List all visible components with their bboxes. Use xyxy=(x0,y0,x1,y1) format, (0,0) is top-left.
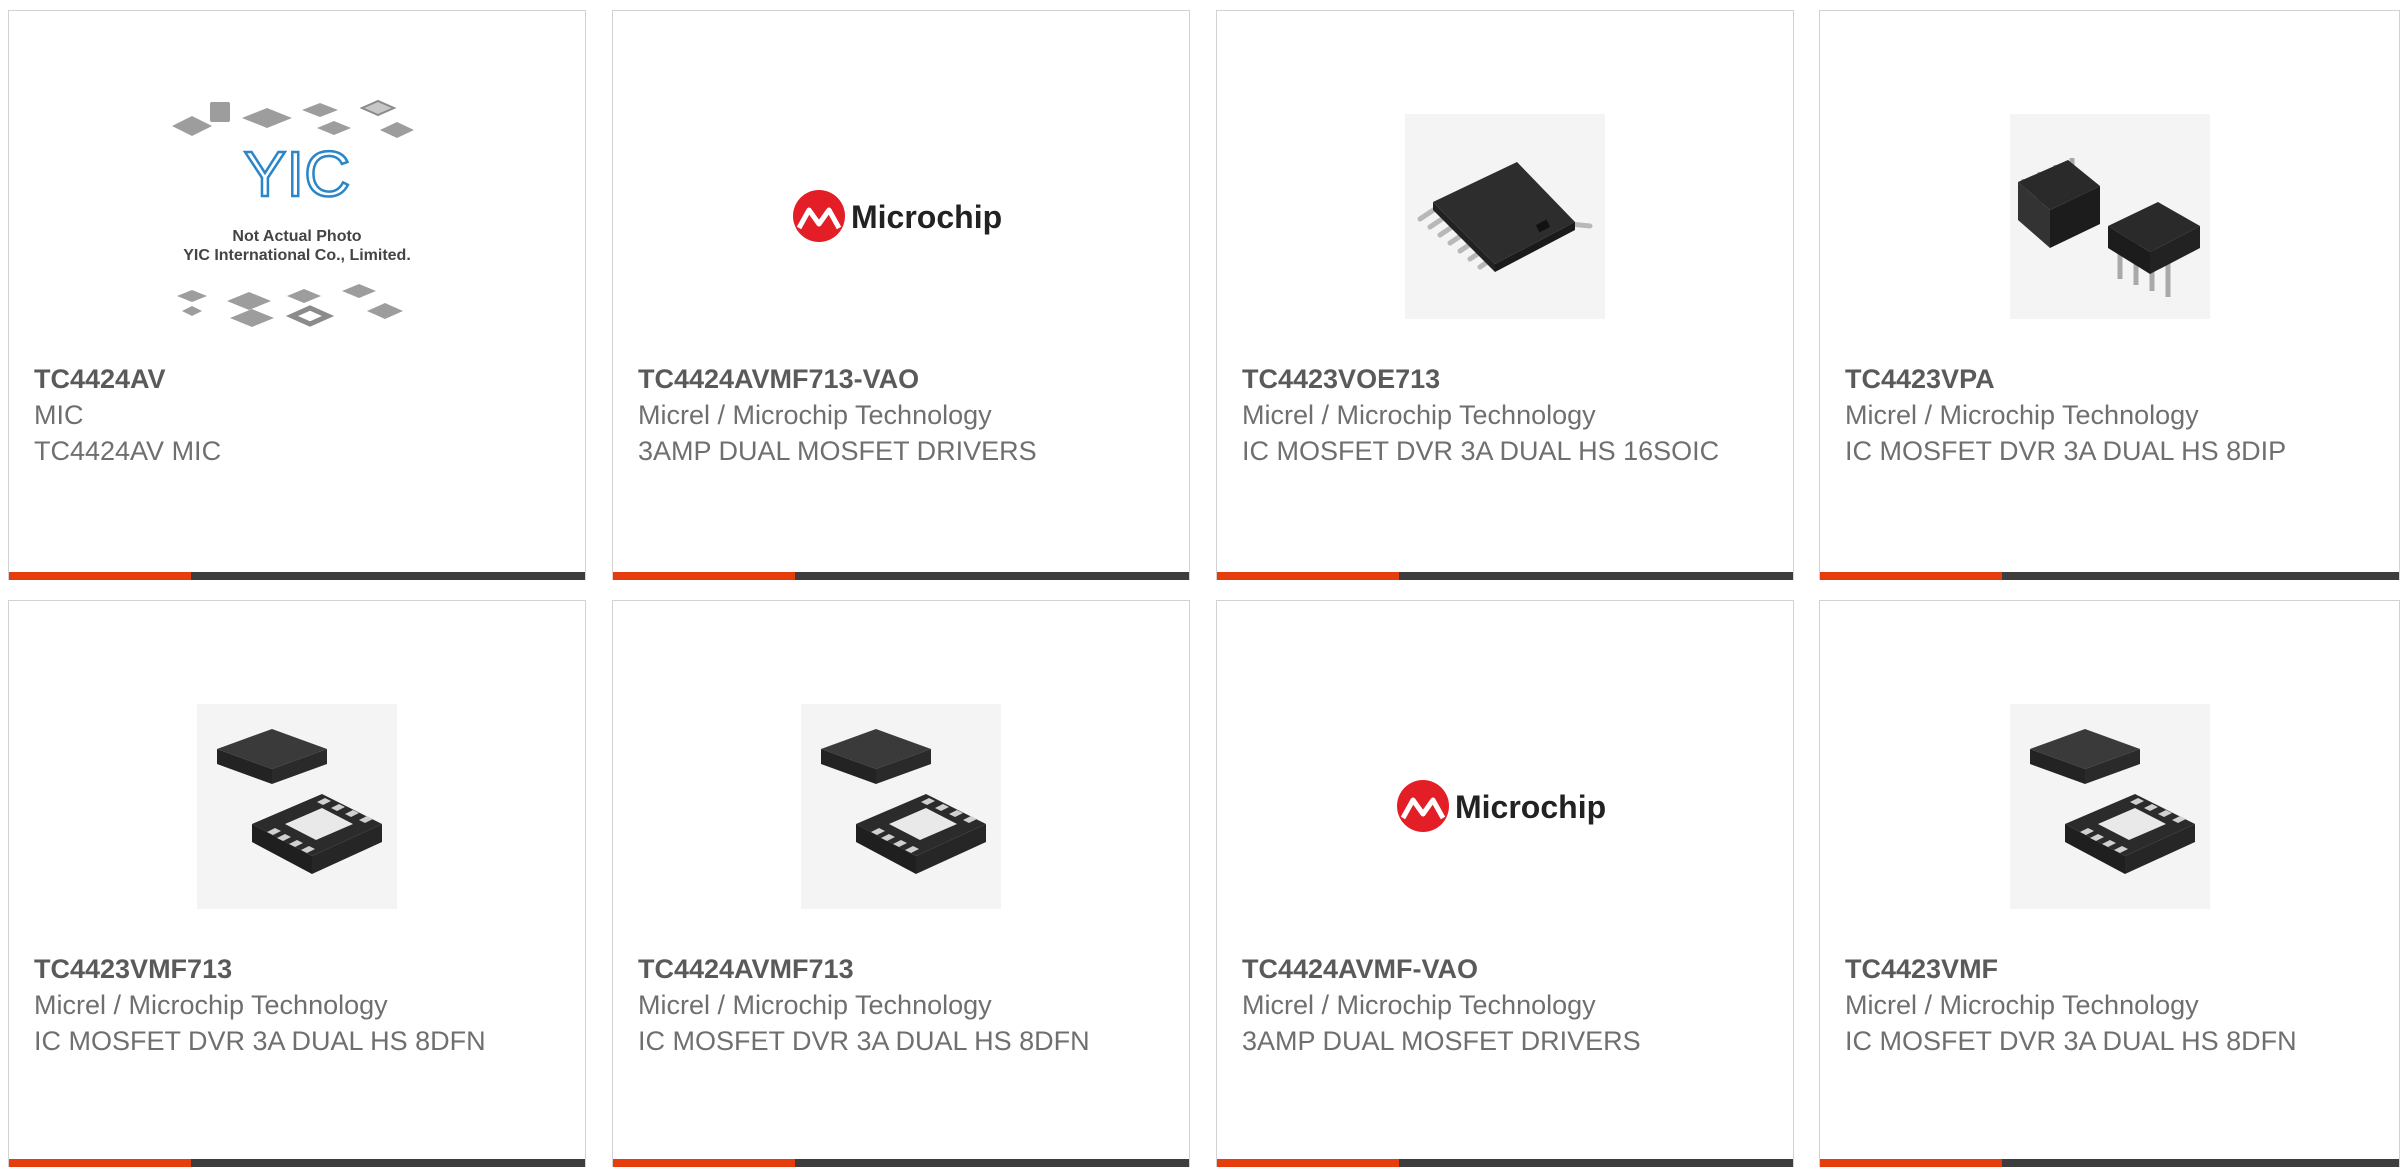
product-part-number[interactable]: TC4423VMF xyxy=(1845,951,2379,987)
product-manufacturer: Micrel / Microchip Technology xyxy=(1845,990,2199,1020)
dfn-chip-icon xyxy=(197,703,397,909)
product-image[interactable]: YIC Not Actual Photo YIC International C… xyxy=(9,71,585,361)
product-description: IC MOSFET DVR 3A DUAL HS 16SOIC xyxy=(1242,436,1720,466)
product-card[interactable]: TC4423VMF Micrel / Microchip Technology … xyxy=(1819,600,2400,1167)
product-description: IC MOSFET DVR 3A DUAL HS 8DFN xyxy=(638,1026,1090,1056)
product-image[interactable] xyxy=(613,661,1189,951)
product-manufacturer: Micrel / Microchip Technology xyxy=(34,990,388,1020)
product-card[interactable]: Microchip TC4424AVMF-VAO Micrel / Microc… xyxy=(1216,600,1794,1167)
product-part-number[interactable]: TC4423VMF713 xyxy=(34,951,565,987)
product-part-number[interactable]: TC4423VPA xyxy=(1845,361,2379,397)
product-card[interactable]: Microchip TC4424AVMF713-VAO Micrel / Mic… xyxy=(612,10,1190,580)
product-manufacturer: Micrel / Microchip Technology xyxy=(638,990,992,1020)
product-grid: YIC Not Actual Photo YIC International C… xyxy=(0,0,2400,1167)
product-card[interactable]: TC4423VPA Micrel / Microchip Technology … xyxy=(1819,10,2400,580)
card-bottom-bar xyxy=(1217,1159,1793,1167)
product-card[interactable]: TC4423VMF713 Micrel / Microchip Technolo… xyxy=(8,600,586,1167)
product-part-number[interactable]: TC4424AVMF713 xyxy=(638,951,1169,987)
product-manufacturer: Micrel / Microchip Technology xyxy=(1845,400,2199,430)
product-description: IC MOSFET DVR 3A DUAL HS 8DFN xyxy=(34,1026,486,1056)
product-manufacturer: Micrel / Microchip Technology xyxy=(638,400,992,430)
product-card[interactable]: TC4423VOE713 Micrel / Microchip Technolo… xyxy=(1216,10,1794,580)
dfn-chip-icon xyxy=(2009,703,2210,909)
product-image[interactable] xyxy=(9,661,585,951)
soic-chip-icon xyxy=(1405,113,1605,319)
product-part-number[interactable]: TC4424AV xyxy=(34,361,565,397)
svg-text:Microchip: Microchip xyxy=(1455,789,1606,825)
card-bottom-bar xyxy=(613,572,1189,580)
product-image[interactable] xyxy=(1820,661,2399,951)
placeholder-image-icon: YIC Not Actual Photo YIC International C… xyxy=(172,99,414,327)
card-bottom-bar xyxy=(9,1159,585,1167)
product-image[interactable]: Microchip xyxy=(1217,661,1793,951)
microchip-logo-icon: Microchip xyxy=(793,190,1002,242)
product-part-number[interactable]: TC4424AVMF-VAO xyxy=(1242,951,1773,987)
product-image[interactable] xyxy=(1820,71,2399,361)
product-card[interactable]: TC4424AVMF713 Micrel / Microchip Technol… xyxy=(612,600,1190,1167)
product-description: TC4424AV MIC xyxy=(34,436,222,466)
dip-chip-icon xyxy=(2009,113,2210,319)
dfn-chip-icon xyxy=(801,703,1001,909)
product-manufacturer: MIC xyxy=(34,400,84,430)
microchip-logo-icon: Microchip xyxy=(1397,780,1606,832)
product-description: IC MOSFET DVR 3A DUAL HS 8DIP xyxy=(1845,436,2287,466)
card-bottom-bar xyxy=(1217,572,1793,580)
product-part-number[interactable]: TC4423VOE713 xyxy=(1242,361,1773,397)
svg-text:Microchip: Microchip xyxy=(851,199,1002,235)
product-manufacturer: Micrel / Microchip Technology xyxy=(1242,990,1596,1020)
svg-text:Not Actual Photo: Not Actual Photo xyxy=(232,228,361,245)
product-card[interactable]: YIC Not Actual Photo YIC International C… xyxy=(8,10,586,580)
product-image[interactable]: Microchip xyxy=(613,71,1189,361)
product-manufacturer: Micrel / Microchip Technology xyxy=(1242,400,1596,430)
card-bottom-bar xyxy=(1820,572,2399,580)
product-description: 3AMP DUAL MOSFET DRIVERS xyxy=(1242,1026,1641,1056)
product-description: 3AMP DUAL MOSFET DRIVERS xyxy=(638,436,1037,466)
card-bottom-bar xyxy=(9,572,585,580)
svg-text:YIC: YIC xyxy=(244,138,351,210)
product-image[interactable] xyxy=(1217,71,1793,361)
product-part-number[interactable]: TC4424AVMF713-VAO xyxy=(638,361,1169,397)
svg-text:YIC International Co., Limited: YIC International Co., Limited. xyxy=(183,247,411,264)
card-bottom-bar xyxy=(1820,1159,2399,1167)
product-description: IC MOSFET DVR 3A DUAL HS 8DFN xyxy=(1845,1026,2297,1056)
card-bottom-bar xyxy=(613,1159,1189,1167)
